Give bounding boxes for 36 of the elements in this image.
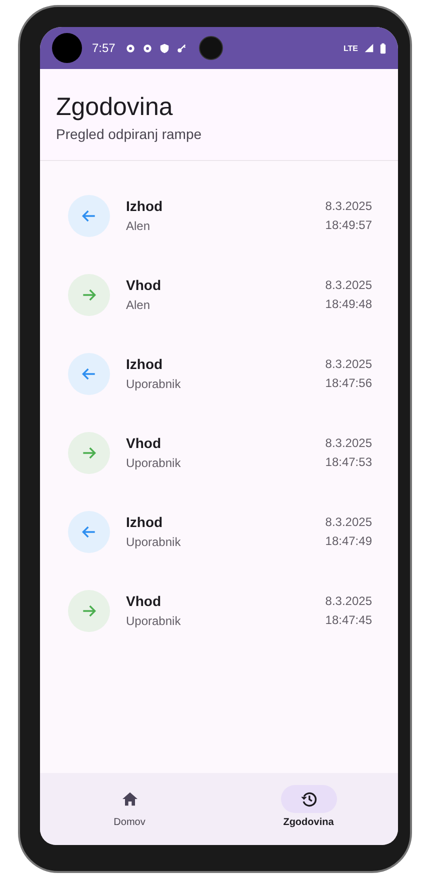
entry-title: Izhod xyxy=(126,356,164,372)
entry-date: 8.3.2025 xyxy=(325,594,372,608)
entry-title: Vhod xyxy=(126,435,162,451)
entry-user: Uporabnik xyxy=(126,535,182,549)
network-label: LTE xyxy=(343,44,358,52)
status-time: 7:57 xyxy=(92,41,116,55)
entry-time: 18:47:53 xyxy=(325,455,372,469)
battery-icon xyxy=(380,42,386,54)
camera-hole-icon xyxy=(52,33,82,63)
nav-tab[interactable]: Domov xyxy=(40,773,219,845)
signal-icon xyxy=(364,43,374,53)
entry-time: 18:47:49 xyxy=(325,534,372,548)
entry-time: 18:47:45 xyxy=(325,613,372,627)
key-icon xyxy=(176,42,188,54)
entry-date: 8.3.2025 xyxy=(325,436,372,450)
shield-icon xyxy=(159,42,170,54)
entry-time: 18:47:56 xyxy=(325,376,372,390)
camera-icon xyxy=(199,36,224,60)
entry-date: 8.3.2025 xyxy=(325,278,372,292)
entry-time: 18:49:57 xyxy=(325,218,372,232)
entry-date: 8.3.2025 xyxy=(325,515,372,529)
entry-title: Vhod xyxy=(126,593,162,609)
entry-user: Uporabnik xyxy=(126,377,182,391)
entry-user: Uporabnik xyxy=(126,614,182,628)
entry-time: 18:49:48 xyxy=(325,297,372,311)
entry-title: Izhod xyxy=(126,198,164,214)
page-title: Zgodovina xyxy=(56,93,174,122)
entry-user: Uporabnik xyxy=(126,456,182,470)
page-subtitle: Pregled odpiranj rampe xyxy=(56,126,203,142)
nav-tab[interactable]: Zgodovina xyxy=(219,773,398,845)
entry-date: 8.3.2025 xyxy=(325,357,372,371)
entry-user: Alen xyxy=(126,298,152,312)
entry-title: Izhod xyxy=(126,514,164,530)
entry-title: Vhod xyxy=(126,277,162,293)
entry-user: Alen xyxy=(126,219,152,233)
entry-date: 8.3.2025 xyxy=(325,199,372,213)
